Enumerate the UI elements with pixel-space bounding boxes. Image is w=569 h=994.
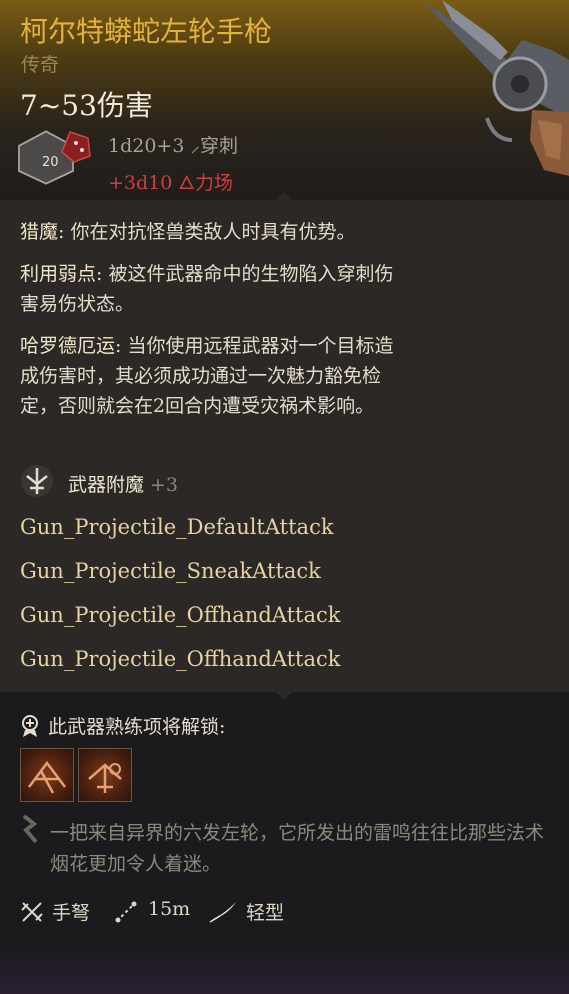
- damage-dice-piercing: 1d20+3: [108, 135, 185, 157]
- item-rarity: 传奇: [21, 54, 60, 76]
- enchantment-icon: [21, 465, 53, 497]
- proficiency-label: 此武器熟练项将解锁:: [48, 716, 226, 738]
- proficiency-action-2[interactable]: [78, 748, 132, 802]
- aimed-shot-icon: [28, 760, 66, 794]
- crossbow-icon: [21, 902, 43, 922]
- footer-gradient: [0, 940, 569, 994]
- dice-icon: 20: [18, 130, 91, 185]
- attack-sneak[interactable]: Gun_Projectile_SneakAttack: [20, 559, 321, 583]
- enchantment-label: 武器附魔 +3: [68, 474, 179, 496]
- passive-doom: 哈罗德厄运: 当你使用远程武器对一个目标造成伤害时，其必须成功通过一次魅力豁免检…: [20, 335, 394, 417]
- attack-default[interactable]: Gun_Projectile_DefaultAttack: [20, 515, 334, 539]
- passive-hunter: 猎魔: 你在对抗怪兽类敌人时具有优势。: [20, 221, 356, 243]
- divider-notch-bottom: [276, 692, 292, 700]
- divider-notch: [276, 192, 292, 200]
- weapon-weight: 轻型: [246, 902, 285, 924]
- damage-line-piercing: 1d20+3 ⸝穿刺: [108, 131, 238, 158]
- damage-dice-force: +3d10: [108, 172, 173, 194]
- svg-text:20: 20: [42, 155, 59, 170]
- item-name: 柯尔特蟒蛇左轮手枪: [20, 15, 273, 48]
- mobile-shot-icon: [88, 763, 122, 793]
- damage-line-force: +3d10 🜂力场: [108, 161, 233, 200]
- attack-offhand[interactable]: Gun_Projectile_OffhandAttack: [20, 603, 340, 627]
- quote-icon: [22, 814, 38, 844]
- enchantment-value: +3: [150, 474, 179, 496]
- feather-icon: [209, 902, 236, 923]
- weapon-type: 手弩: [52, 902, 91, 924]
- damage-type-piercing: 穿刺: [200, 135, 239, 157]
- force-icon: 🜂: [178, 172, 196, 194]
- flavor-text: 一把来自异界的六发左轮，它所发出的雷鸣往往比那些法术烟花更加令人着迷。: [50, 822, 545, 875]
- passive-weakness: 利用弱点: 被这件武器命中的生物陷入穿刺伤害易伤状态。: [20, 263, 394, 315]
- damage-type-force: 力场: [195, 172, 234, 194]
- damage-range: 7~53伤害: [20, 89, 153, 122]
- piercing-icon: ⸝: [190, 135, 200, 157]
- attack-offhand-2[interactable]: Gun_Projectile_OffhandAttack: [20, 647, 340, 671]
- range-icon: [115, 901, 137, 923]
- weapon-range: 15m: [148, 898, 191, 920]
- proficiency-icon: [22, 715, 38, 737]
- proficiency-action-1[interactable]: [20, 748, 74, 802]
- revolver-image: [422, 0, 569, 176]
